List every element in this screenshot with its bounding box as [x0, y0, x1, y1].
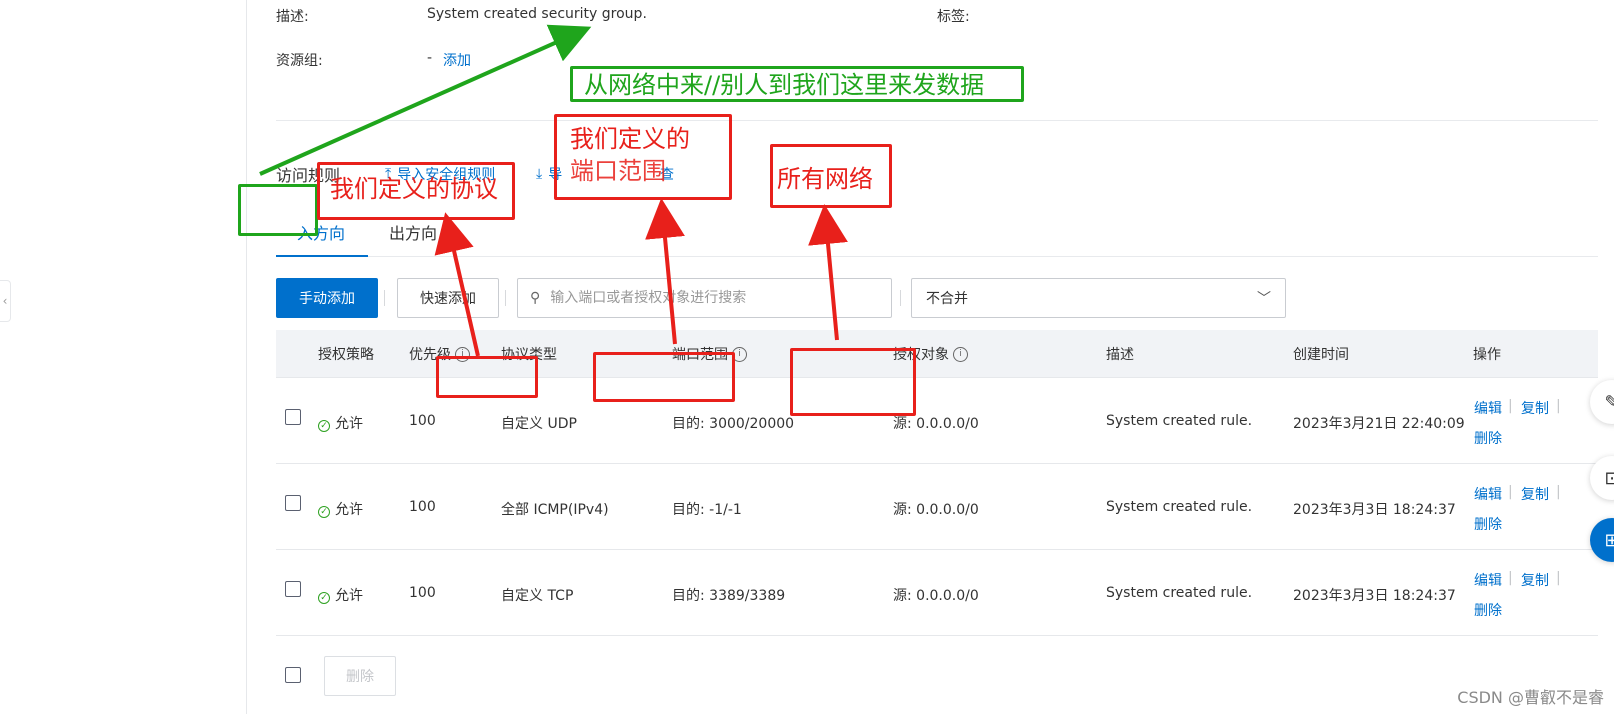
green-annotation-text: 从网络中来//别人到我们这里来发数据 — [584, 71, 985, 99]
green-arrow — [259, 24, 592, 176]
network-highlight-box — [790, 348, 916, 416]
protocol-arrow — [434, 212, 480, 357]
network-annotation-text: 所有网络 — [777, 165, 873, 193]
green-highlight-box — [238, 184, 318, 236]
port-annotation-line1: 我们定义的 — [570, 125, 690, 153]
port-arrow — [645, 198, 685, 345]
port-annotation-line2: 端口范围 — [570, 157, 666, 185]
protocol-annotation-text: 我们定义的协议 — [330, 175, 498, 203]
protocol-highlight-box — [436, 356, 538, 398]
port-highlight-box — [593, 352, 735, 402]
network-arrow — [808, 204, 848, 341]
watermark: CSDN @曹叡不是睿 — [1457, 688, 1604, 707]
